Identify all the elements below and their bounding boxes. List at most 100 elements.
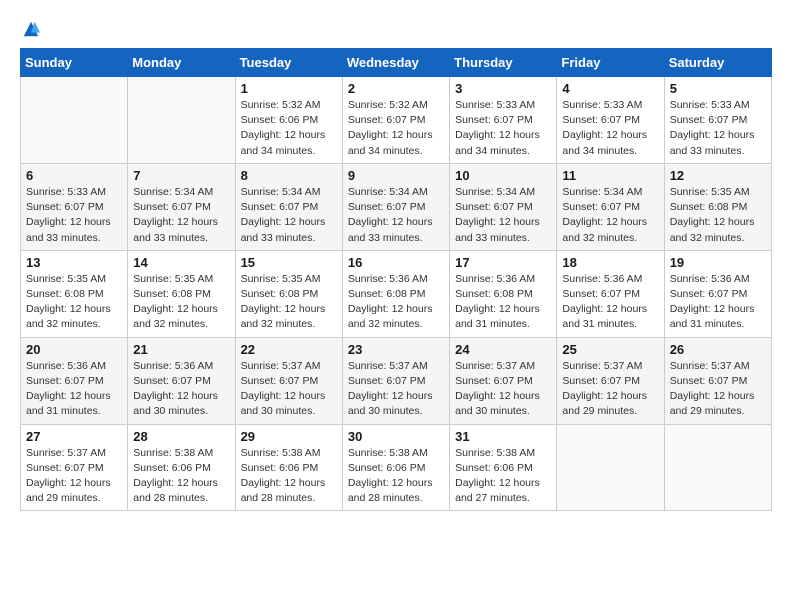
- calendar-day-cell: 21Sunrise: 5:36 AM Sunset: 6:07 PM Dayli…: [128, 337, 235, 424]
- day-info: Sunrise: 5:36 AM Sunset: 6:08 PM Dayligh…: [455, 272, 551, 333]
- calendar-body: 1 Sunrise: 5:32 AM Sunset: 6:06 PM Daylig…: [21, 77, 772, 511]
- calendar-week-row: 1 Sunrise: 5:32 AM Sunset: 6:06 PM Daylig…: [21, 77, 772, 164]
- calendar-day-cell: 30 Sunrise: 5:38 AM Sunset: 6:06 PM Dayli…: [342, 424, 449, 511]
- day-info: Sunrise: 5:35 AM Sunset: 6:08 PM Dayligh…: [670, 185, 766, 246]
- day-number: 17: [455, 255, 551, 270]
- day-info: Sunrise: 5:35 AM Sunset: 6:08 PM Dayligh…: [26, 272, 122, 333]
- calendar-day-cell: 15 Sunrise: 5:35 AM Sunset: 6:08 PM Dayli…: [235, 250, 342, 337]
- day-info: Sunrise: 5:36 AM Sunset: 6:08 PM Dayligh…: [348, 272, 444, 333]
- day-info: Sunrise: 5:34 AM Sunset: 6:07 PM Dayligh…: [348, 185, 444, 246]
- page-header: [20, 20, 772, 38]
- day-info: Sunrise: 5:34 AM Sunset: 6:07 PM Dayligh…: [455, 185, 551, 246]
- day-number: 28: [133, 429, 229, 444]
- calendar-day-cell: 5 Sunrise: 5:33 AM Sunset: 6:07 PM Daylig…: [664, 77, 771, 164]
- logo-icon: [22, 20, 40, 38]
- weekday-header-row: SundayMondayTuesdayWednesdayThursdayFrid…: [21, 49, 772, 77]
- day-info: Sunrise: 5:36 AM Sunset: 6:07 PM Dayligh…: [133, 359, 229, 420]
- day-number: 18: [562, 255, 658, 270]
- calendar-day-cell: 18Sunrise: 5:36 AM Sunset: 6:07 PM Dayli…: [557, 250, 664, 337]
- calendar-day-cell: 29Sunrise: 5:38 AM Sunset: 6:06 PM Dayli…: [235, 424, 342, 511]
- calendar-day-cell: 12 Sunrise: 5:35 AM Sunset: 6:08 PM Dayli…: [664, 163, 771, 250]
- calendar-day-cell: [128, 77, 235, 164]
- day-info: Sunrise: 5:34 AM Sunset: 6:07 PM Dayligh…: [133, 185, 229, 246]
- calendar-day-cell: 23Sunrise: 5:37 AM Sunset: 6:07 PM Dayli…: [342, 337, 449, 424]
- calendar-week-row: 6 Sunrise: 5:33 AM Sunset: 6:07 PM Daylig…: [21, 163, 772, 250]
- calendar-day-cell: 1 Sunrise: 5:32 AM Sunset: 6:06 PM Daylig…: [235, 77, 342, 164]
- calendar-day-cell: 7 Sunrise: 5:34 AM Sunset: 6:07 PM Daylig…: [128, 163, 235, 250]
- day-number: 24: [455, 342, 551, 357]
- weekday-header-cell: Friday: [557, 49, 664, 77]
- day-info: Sunrise: 5:37 AM Sunset: 6:07 PM Dayligh…: [455, 359, 551, 420]
- day-number: 13: [26, 255, 122, 270]
- calendar-day-cell: 17 Sunrise: 5:36 AM Sunset: 6:08 PM Dayli…: [450, 250, 557, 337]
- weekday-header-cell: Thursday: [450, 49, 557, 77]
- day-info: Sunrise: 5:35 AM Sunset: 6:08 PM Dayligh…: [241, 272, 337, 333]
- calendar-day-cell: [664, 424, 771, 511]
- calendar-day-cell: 8 Sunrise: 5:34 AM Sunset: 6:07 PM Daylig…: [235, 163, 342, 250]
- calendar-day-cell: 2Sunrise: 5:32 AM Sunset: 6:07 PM Daylig…: [342, 77, 449, 164]
- calendar-table: SundayMondayTuesdayWednesdayThursdayFrid…: [20, 48, 772, 511]
- calendar-day-cell: 24 Sunrise: 5:37 AM Sunset: 6:07 PM Dayli…: [450, 337, 557, 424]
- day-info: Sunrise: 5:33 AM Sunset: 6:07 PM Dayligh…: [26, 185, 122, 246]
- weekday-header-cell: Wednesday: [342, 49, 449, 77]
- day-number: 25: [562, 342, 658, 357]
- day-info: Sunrise: 5:38 AM Sunset: 6:06 PM Dayligh…: [348, 446, 444, 507]
- calendar-day-cell: 26 Sunrise: 5:37 AM Sunset: 6:07 PM Dayli…: [664, 337, 771, 424]
- calendar-day-cell: 25 Sunrise: 5:37 AM Sunset: 6:07 PM Dayli…: [557, 337, 664, 424]
- logo: [20, 20, 40, 38]
- calendar-day-cell: 16 Sunrise: 5:36 AM Sunset: 6:08 PM Dayli…: [342, 250, 449, 337]
- day-info: Sunrise: 5:37 AM Sunset: 6:07 PM Dayligh…: [26, 446, 122, 507]
- day-number: 8: [241, 168, 337, 183]
- day-info: Sunrise: 5:33 AM Sunset: 6:07 PM Dayligh…: [670, 98, 766, 159]
- day-number: 9: [348, 168, 444, 183]
- calendar-day-cell: 28 Sunrise: 5:38 AM Sunset: 6:06 PM Dayli…: [128, 424, 235, 511]
- calendar-day-cell: 6 Sunrise: 5:33 AM Sunset: 6:07 PM Daylig…: [21, 163, 128, 250]
- day-info: Sunrise: 5:37 AM Sunset: 6:07 PM Dayligh…: [348, 359, 444, 420]
- day-number: 26: [670, 342, 766, 357]
- calendar-day-cell: 14 Sunrise: 5:35 AM Sunset: 6:08 PM Dayli…: [128, 250, 235, 337]
- day-number: 20: [26, 342, 122, 357]
- calendar-day-cell: [557, 424, 664, 511]
- calendar-week-row: 20 Sunrise: 5:36 AM Sunset: 6:07 PM Dayli…: [21, 337, 772, 424]
- calendar-day-cell: 11 Sunrise: 5:34 AM Sunset: 6:07 PM Dayli…: [557, 163, 664, 250]
- day-number: 14: [133, 255, 229, 270]
- day-number: 4: [562, 81, 658, 96]
- calendar-day-cell: 10 Sunrise: 5:34 AM Sunset: 6:07 PM Dayli…: [450, 163, 557, 250]
- day-number: 12: [670, 168, 766, 183]
- day-number: 22: [241, 342, 337, 357]
- day-number: 3: [455, 81, 551, 96]
- calendar-day-cell: 13 Sunrise: 5:35 AM Sunset: 6:08 PM Dayli…: [21, 250, 128, 337]
- day-number: 7: [133, 168, 229, 183]
- calendar-day-cell: 3Sunrise: 5:33 AM Sunset: 6:07 PM Daylig…: [450, 77, 557, 164]
- day-info: Sunrise: 5:36 AM Sunset: 6:07 PM Dayligh…: [670, 272, 766, 333]
- day-number: 15: [241, 255, 337, 270]
- calendar-day-cell: [21, 77, 128, 164]
- day-info: Sunrise: 5:34 AM Sunset: 6:07 PM Dayligh…: [562, 185, 658, 246]
- day-number: 1: [241, 81, 337, 96]
- calendar-day-cell: 27 Sunrise: 5:37 AM Sunset: 6:07 PM Dayli…: [21, 424, 128, 511]
- day-info: Sunrise: 5:33 AM Sunset: 6:07 PM Dayligh…: [562, 98, 658, 159]
- day-info: Sunrise: 5:32 AM Sunset: 6:06 PM Dayligh…: [241, 98, 337, 159]
- day-number: 16: [348, 255, 444, 270]
- weekday-header-cell: Tuesday: [235, 49, 342, 77]
- day-number: 11: [562, 168, 658, 183]
- calendar-day-cell: 19Sunrise: 5:36 AM Sunset: 6:07 PM Dayli…: [664, 250, 771, 337]
- calendar-day-cell: 20Sunrise: 5:36 AM Sunset: 6:07 PM Dayli…: [21, 337, 128, 424]
- day-number: 2: [348, 81, 444, 96]
- day-number: 30: [348, 429, 444, 444]
- day-info: Sunrise: 5:34 AM Sunset: 6:07 PM Dayligh…: [241, 185, 337, 246]
- calendar-day-cell: 22Sunrise: 5:37 AM Sunset: 6:07 PM Dayli…: [235, 337, 342, 424]
- day-info: Sunrise: 5:35 AM Sunset: 6:08 PM Dayligh…: [133, 272, 229, 333]
- calendar-week-row: 27 Sunrise: 5:37 AM Sunset: 6:07 PM Dayli…: [21, 424, 772, 511]
- day-number: 27: [26, 429, 122, 444]
- weekday-header-cell: Monday: [128, 49, 235, 77]
- day-number: 29: [241, 429, 337, 444]
- day-number: 5: [670, 81, 766, 96]
- day-number: 10: [455, 168, 551, 183]
- day-info: Sunrise: 5:37 AM Sunset: 6:07 PM Dayligh…: [670, 359, 766, 420]
- calendar-week-row: 13 Sunrise: 5:35 AM Sunset: 6:08 PM Dayli…: [21, 250, 772, 337]
- day-info: Sunrise: 5:37 AM Sunset: 6:07 PM Dayligh…: [562, 359, 658, 420]
- day-number: 6: [26, 168, 122, 183]
- calendar-day-cell: 9 Sunrise: 5:34 AM Sunset: 6:07 PM Daylig…: [342, 163, 449, 250]
- day-info: Sunrise: 5:38 AM Sunset: 6:06 PM Dayligh…: [133, 446, 229, 507]
